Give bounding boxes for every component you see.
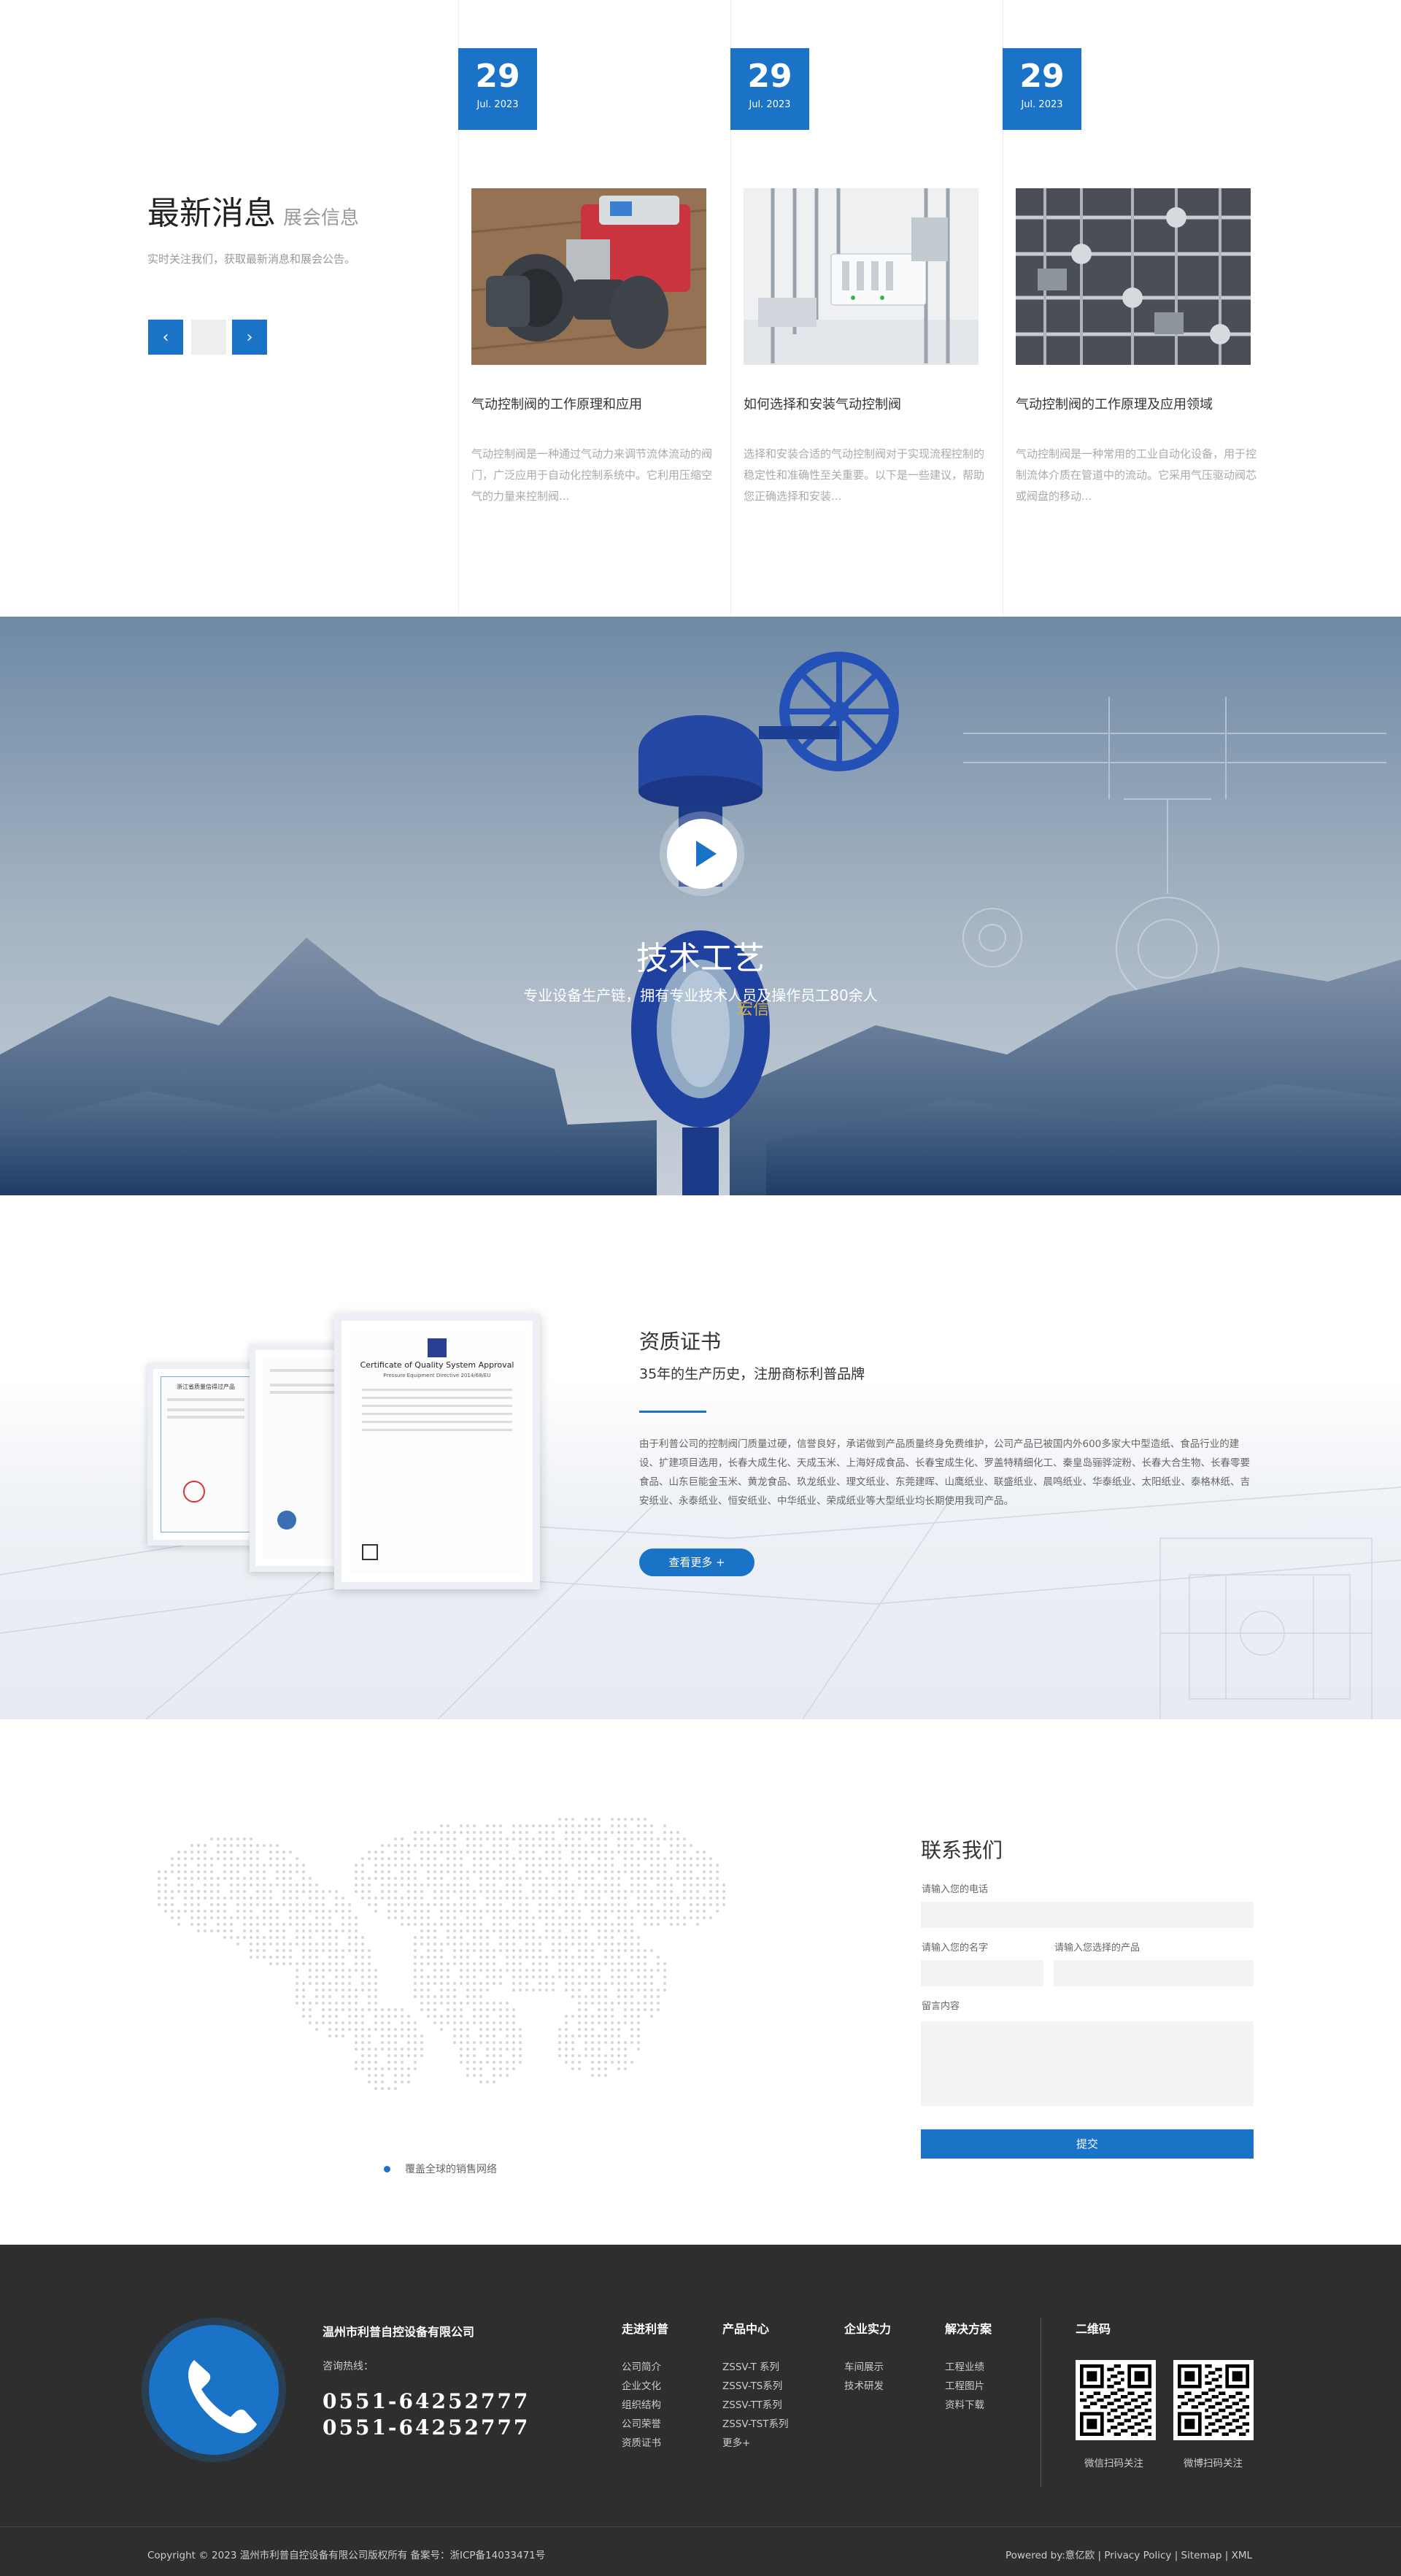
copyright: Copyright © 2023 温州市利普自控设备有限公司版权所有 备案号：浙… [147, 2550, 546, 2561]
product-label: 请输入您选择的产品 [1054, 1943, 1141, 1954]
view-more-button[interactable]: 查看更多 + [639, 1549, 754, 1576]
certificates-subtitle: 35年的生产历史，注册商标利普品牌 [639, 1366, 865, 1382]
footer-link[interactable]: 组织结构 [622, 2396, 661, 2411]
footer-link[interactable]: 企业文化 [622, 2378, 661, 2392]
date-day: 29 [1019, 58, 1065, 95]
footer-link[interactable]: 公司荣誉 [622, 2415, 661, 2430]
certificate-frame[interactable]: Certificate of Quality System Approval P… [334, 1314, 540, 1589]
news-card-title[interactable]: 气动控制阀的工作原理及应用领域 [1016, 394, 1213, 413]
footer-link[interactable]: ZSSV-TS系列 [722, 2378, 782, 2392]
news-card-title[interactable]: 如何选择和安装气动控制阀 [744, 394, 901, 413]
news-card-excerpt: 选择和安装合适的气动控制阀对于实现流程控制的稳定性和准确性至关重要。以下是一些建… [744, 447, 984, 503]
date-badge: 29 Jul. 2023 [730, 48, 809, 130]
footer-link[interactable]: 工程图片 [945, 2378, 984, 2392]
date-month: Jul. 2023 [749, 99, 791, 110]
hotline-number: 0551-64252777 [323, 2389, 530, 2413]
hotline-number: 0551-64252777 [323, 2415, 530, 2440]
certificates-title: 资质证书 [639, 1330, 722, 1354]
qr-caption: 微信扫码关注 [1084, 2458, 1143, 2469]
news-subheading: 展会信息 [283, 207, 360, 229]
phone-input[interactable] [921, 1902, 1254, 1928]
qr-title: 二维码 [1076, 2322, 1111, 2336]
phone-label: 请输入您的电话 [922, 1884, 989, 1895]
world-dot-map [158, 1818, 725, 2090]
wechat-qr-code [1076, 2360, 1156, 2440]
footer-link[interactable]: 工程业绩 [945, 2359, 984, 2373]
chevron-right-icon: › [246, 328, 253, 347]
certificate-frame[interactable]: 浙江省质量信得过产品 [147, 1363, 264, 1546]
news-description: 实时关注我们，获取最新消息和展会公告。 [147, 252, 356, 266]
footer-column-title: 解决方案 [945, 2322, 992, 2336]
message-textarea[interactable] [921, 2021, 1254, 2106]
chevron-left-icon: ‹ [162, 328, 169, 347]
divider [0, 2526, 1401, 2527]
date-badge: 29 Jul. 2023 [458, 48, 537, 130]
phone-icon [188, 2360, 257, 2434]
hotline-label: 咨询热线： [323, 2361, 374, 2372]
divider [639, 1411, 706, 1413]
valve-landscape-illustration: 宏信 [0, 617, 1401, 1195]
submit-button[interactable]: 提交 [921, 2129, 1254, 2159]
news-card[interactable]: 29 Jul. 2023 气动控制阀的工作原理及应用领域 气动控制阀是一种常用的… [1003, 0, 1274, 617]
footer-link[interactable]: 更多+ [722, 2434, 750, 2449]
footer-powered-links[interactable]: Powered by:意亿欧 | Privacy Policy | Sitema… [1006, 2547, 1252, 2561]
footer-link[interactable]: ZSSV-TT系列 [722, 2396, 782, 2411]
certificate-title: 浙江省质量信得过产品 [177, 1384, 235, 1390]
name-input[interactable] [921, 1960, 1043, 1986]
legend-dot-icon [384, 2166, 390, 2172]
footer-column-title: 走进利普 [622, 2322, 669, 2336]
news-thumbnail[interactable] [471, 188, 706, 365]
news-thumbnail[interactable] [744, 188, 979, 365]
date-month: Jul. 2023 [476, 99, 519, 110]
footer-link[interactable]: ZSSV-TST系列 [722, 2415, 789, 2430]
contact-title: 联系我们 [921, 1838, 1003, 1862]
news-card-excerpt: 气动控制阀是一种常用的工业自动化设备，用于控制流体介质在管道中的流动。它采用气压… [1016, 447, 1257, 503]
weibo-qr-code [1173, 2360, 1254, 2440]
video-title: 技术工艺 [636, 940, 765, 977]
name-label: 请输入您的名字 [922, 1943, 989, 1954]
certificate-subtitle: Pressure Equipment Directive 2014/68/EU [383, 1373, 491, 1378]
footer-column-title: 企业实力 [844, 2322, 892, 2336]
date-day: 29 [747, 58, 792, 95]
pager-dot-button[interactable] [191, 320, 226, 355]
video-subtitle: 专业设备生产链，拥有专业技术人员及操作员工80余人 [523, 987, 878, 1004]
message-label: 留言内容 [922, 2001, 960, 2012]
news-heading: 最新消息 展会信息 [147, 195, 360, 232]
footer-company-name: 温州市利普自控设备有限公司 [323, 2325, 475, 2339]
news-thumbnail[interactable] [1016, 188, 1251, 365]
product-input[interactable] [1054, 1960, 1254, 1986]
news-card[interactable]: 29 Jul. 2023 气动控制阀的工作原理和应用 气动控制阀是一种通过气动力… [458, 0, 730, 617]
date-month: Jul. 2023 [1021, 99, 1063, 110]
footer-link[interactable]: 资料下载 [945, 2396, 984, 2411]
news-card-title[interactable]: 气动控制阀的工作原理和应用 [471, 394, 642, 413]
news-card-excerpt: 气动控制阀是一种通过气动力来调节流体流动的阀门，广泛应用于自动化控制系统中。它利… [471, 447, 712, 503]
play-button[interactable] [667, 819, 737, 889]
next-button[interactable]: › [232, 320, 267, 355]
phone-badge [149, 2325, 279, 2455]
certificates-description: 由于利普公司的控制阀门质量过硬，信誉良好，承诺做到产品质量终身免费维护，公司产品… [639, 1438, 1250, 1507]
map-legend: 覆盖全球的销售网络 [384, 2162, 497, 2176]
footer-link[interactable]: 公司简介 [622, 2359, 661, 2373]
video-banner: 宏信 [0, 617, 1401, 1195]
footer-column-title: 产品中心 [722, 2322, 770, 2336]
qr-caption: 微博扫码关注 [1184, 2458, 1243, 2469]
date-day: 29 [475, 58, 520, 95]
date-badge: 29 Jul. 2023 [1003, 48, 1081, 130]
news-card[interactable]: 29 Jul. 2023 如何选择和安装气动控制阀 选择和安装合适的气动控制阀对… [730, 0, 1002, 617]
footer-link[interactable]: 技术研发 [844, 2378, 884, 2392]
prev-button[interactable]: ‹ [148, 320, 183, 355]
footer-link[interactable]: ZSSV-T 系列 [722, 2359, 779, 2373]
certificate-title: Certificate of Quality System Approval [360, 1360, 514, 1370]
footer-link[interactable]: 资质证书 [622, 2434, 661, 2449]
footer-link[interactable]: 车间展示 [844, 2359, 884, 2373]
